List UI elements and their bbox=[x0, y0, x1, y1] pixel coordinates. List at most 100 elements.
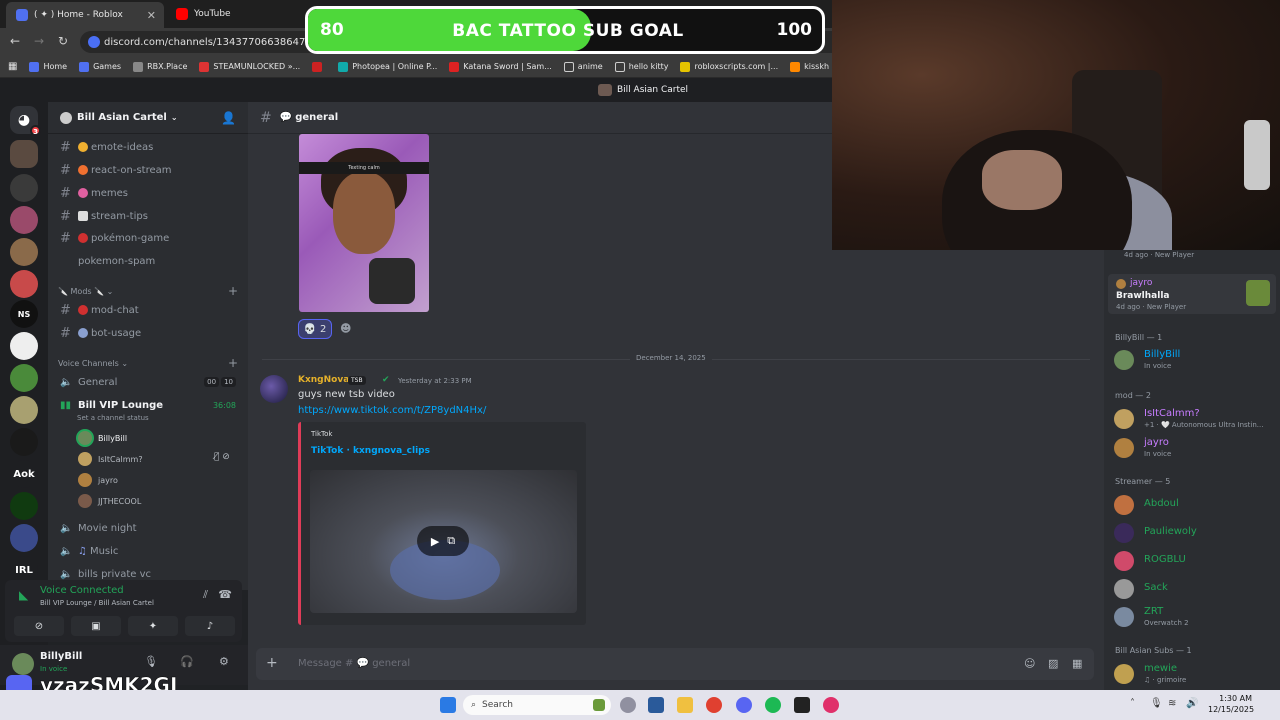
back-icon[interactable]: ← bbox=[10, 34, 20, 48]
channel-pokemon-spam[interactable]: pokemon-spam bbox=[56, 251, 242, 271]
member-item-jayro-activity[interactable]: jayro Brawlhalla 4d ago · New Player bbox=[1108, 274, 1276, 314]
server-bill-asian-cartel[interactable] bbox=[10, 140, 38, 168]
close-tab-icon[interactable]: ✕ bbox=[147, 9, 156, 22]
category-mods[interactable]: 🔪 Mods 🔪 ⌄ bbox=[58, 287, 113, 296]
taskbar-search[interactable]: ⌕ Search bbox=[463, 695, 611, 715]
server-icon-3[interactable] bbox=[10, 206, 38, 234]
start-icon[interactable] bbox=[440, 697, 456, 713]
apps-icon[interactable]: ▦ bbox=[8, 61, 17, 72]
bookmark-red[interactable] bbox=[312, 61, 326, 72]
channel-memes[interactable]: # memes bbox=[56, 183, 242, 203]
server-icon-13[interactable] bbox=[10, 524, 38, 552]
bookmark-photopea[interactable]: Photopea | Online P... bbox=[338, 61, 437, 72]
add-voice-channel-icon[interactable]: + bbox=[228, 356, 238, 370]
tray-overflow-icon[interactable]: ˄ bbox=[1130, 698, 1135, 709]
soundboard-button[interactable]: ♪ bbox=[185, 616, 235, 636]
server-icon-8[interactable] bbox=[10, 364, 38, 392]
member-item[interactable]: ROGBLU bbox=[1114, 549, 1274, 573]
message-link[interactable]: https://www.tiktok.com/t/ZP8ydN4Hx/ bbox=[298, 405, 486, 416]
emoji-icon[interactable]: ☺ bbox=[1024, 657, 1035, 670]
bookmark-anime[interactable]: anime bbox=[563, 61, 603, 72]
message-author[interactable]: KxngNova bbox=[298, 375, 349, 385]
bookmark-steamunlocked[interactable]: STEAMUNLOCKED »... bbox=[199, 61, 300, 72]
gift-icon[interactable]: ▦ bbox=[1072, 657, 1082, 670]
image-attachment[interactable]: Texting calm bbox=[299, 134, 429, 312]
spotify-icon[interactable] bbox=[765, 697, 781, 713]
disconnect-icon[interactable]: ☎ bbox=[218, 588, 232, 601]
signal-icon[interactable]: ◣ bbox=[19, 588, 28, 602]
member-item[interactable]: 4d ago · New Player bbox=[1114, 250, 1274, 274]
bookmark-home[interactable]: Home bbox=[29, 61, 67, 72]
channel-stream-tips[interactable]: # stream-tips bbox=[56, 206, 242, 226]
server-kick[interactable] bbox=[10, 492, 38, 520]
guild-header[interactable]: Bill Asian Cartel ⌄ bbox=[48, 102, 248, 134]
avatar[interactable] bbox=[12, 653, 34, 675]
task-view-icon[interactable] bbox=[620, 697, 636, 713]
server-icon-9[interactable] bbox=[10, 396, 38, 424]
add-channel-icon[interactable]: + bbox=[228, 284, 238, 298]
add-reaction-icon[interactable]: ☻ bbox=[340, 322, 351, 335]
bookmark-rbxplace[interactable]: RBX.Place bbox=[133, 61, 187, 72]
opera-icon[interactable] bbox=[823, 697, 839, 713]
forward-icon[interactable]: → bbox=[34, 34, 44, 48]
voice-user[interactable]: JJTHECOOL bbox=[78, 491, 141, 511]
gear-icon[interactable]: ⚙ bbox=[219, 655, 229, 668]
server-aok[interactable]: Aok bbox=[10, 460, 38, 488]
voice-channel-vip-lounge[interactable]: ▮▮ Bill VIP Lounge 36:08 bbox=[56, 395, 242, 415]
member-item[interactable]: mewie ♫ · grimoire bbox=[1114, 662, 1274, 686]
activities-button[interactable]: ✦ bbox=[128, 616, 178, 636]
bookmark-robloxscripts[interactable]: robloxscripts.com |... bbox=[680, 61, 778, 72]
member-item[interactable]: BillyBill In voice bbox=[1114, 348, 1274, 372]
voice-user[interactable]: jayro bbox=[78, 470, 118, 490]
user-name[interactable]: BillyBill bbox=[40, 651, 82, 662]
noise-suppression-icon[interactable]: ⫽ bbox=[203, 588, 208, 602]
voice-channel-general[interactable]: 🔈 General 00 10 bbox=[56, 372, 242, 392]
message-composer[interactable]: + Message # 💬 general ☺ ▨ ▦ bbox=[256, 648, 1094, 680]
add-attachment-icon[interactable]: + bbox=[266, 655, 278, 671]
reaction-skull[interactable]: 💀 2 bbox=[298, 319, 332, 339]
invite-people-icon[interactable]: 👤 bbox=[221, 111, 236, 125]
channel-emote-ideas[interactable]: # emote-ideas bbox=[56, 137, 242, 157]
member-item[interactable]: Pauliewoly bbox=[1114, 521, 1274, 545]
discord-taskbar-icon[interactable] bbox=[736, 697, 752, 713]
server-icon-4[interactable] bbox=[10, 238, 38, 266]
microphone-icon[interactable]: 🎙 bbox=[144, 655, 158, 668]
tab-youtube[interactable]: YouTube bbox=[166, 0, 316, 28]
file-explorer-icon[interactable] bbox=[677, 697, 693, 713]
embed-video-thumbnail[interactable]: ▶ ⧉ bbox=[310, 470, 577, 613]
bookmark-katana[interactable]: Katana Sword | Sam... bbox=[449, 61, 552, 72]
channel-mod-chat[interactable]: # mod-chat bbox=[56, 300, 242, 320]
screen-share-button[interactable]: ▣ bbox=[71, 616, 121, 636]
server-ns[interactable]: NS bbox=[10, 300, 38, 328]
reload-icon[interactable]: ↻ bbox=[58, 34, 68, 48]
channel-bot-usage[interactable]: # bot-usage bbox=[56, 323, 242, 343]
site-info-icon[interactable] bbox=[88, 36, 100, 48]
voice-user[interactable]: BillyBill bbox=[78, 428, 127, 448]
server-icon-5[interactable] bbox=[10, 270, 38, 298]
taskbar-clock[interactable]: 1:30 AM 12/15/2025 bbox=[1208, 693, 1254, 715]
tab-roblox[interactable]: ( ✦ ) Home - Roblox ✕ bbox=[6, 2, 164, 28]
member-item[interactable]: jayro In voice bbox=[1114, 436, 1274, 460]
chrome-icon[interactable] bbox=[706, 697, 722, 713]
voice-status[interactable]: Voice Connected bbox=[40, 585, 124, 596]
member-item[interactable]: ZRT Overwatch 2 bbox=[1114, 605, 1274, 629]
server-icon-2[interactable] bbox=[10, 174, 38, 202]
member-item[interactable]: IsItCalmm? +1 · 🤍 Autonomous Ultra Instin… bbox=[1114, 407, 1274, 431]
app-icon[interactable] bbox=[794, 697, 810, 713]
wifi-icon[interactable]: ≋ bbox=[1168, 698, 1176, 709]
store-icon[interactable] bbox=[648, 697, 664, 713]
bookmark-games[interactable]: Games bbox=[79, 61, 121, 72]
camera-off-button[interactable]: ⊘ bbox=[14, 616, 64, 636]
channel-pokemon-game[interactable]: # pokémon-game bbox=[56, 228, 242, 248]
voice-channel-music[interactable]: 🔈 ♫ Music bbox=[56, 541, 242, 561]
microphone-tray-icon[interactable]: 🎙 bbox=[1150, 698, 1163, 709]
channel-status-input[interactable]: Set a channel status bbox=[77, 414, 149, 422]
category-voice-channels[interactable]: Voice Channels ⌄ bbox=[58, 359, 128, 368]
discord-home-button[interactable]: ◕ 3 bbox=[10, 106, 41, 136]
voice-user[interactable]: IsItCalmm? bbox=[78, 449, 143, 469]
channel-react-on-stream[interactable]: # react-on-stream bbox=[56, 160, 242, 180]
voice-channel-movie-night[interactable]: 🔈 Movie night bbox=[56, 518, 242, 538]
member-item[interactable]: Abdoul bbox=[1114, 493, 1274, 517]
volume-icon[interactable]: 🔊 bbox=[1186, 698, 1198, 709]
avatar[interactable] bbox=[260, 375, 288, 403]
